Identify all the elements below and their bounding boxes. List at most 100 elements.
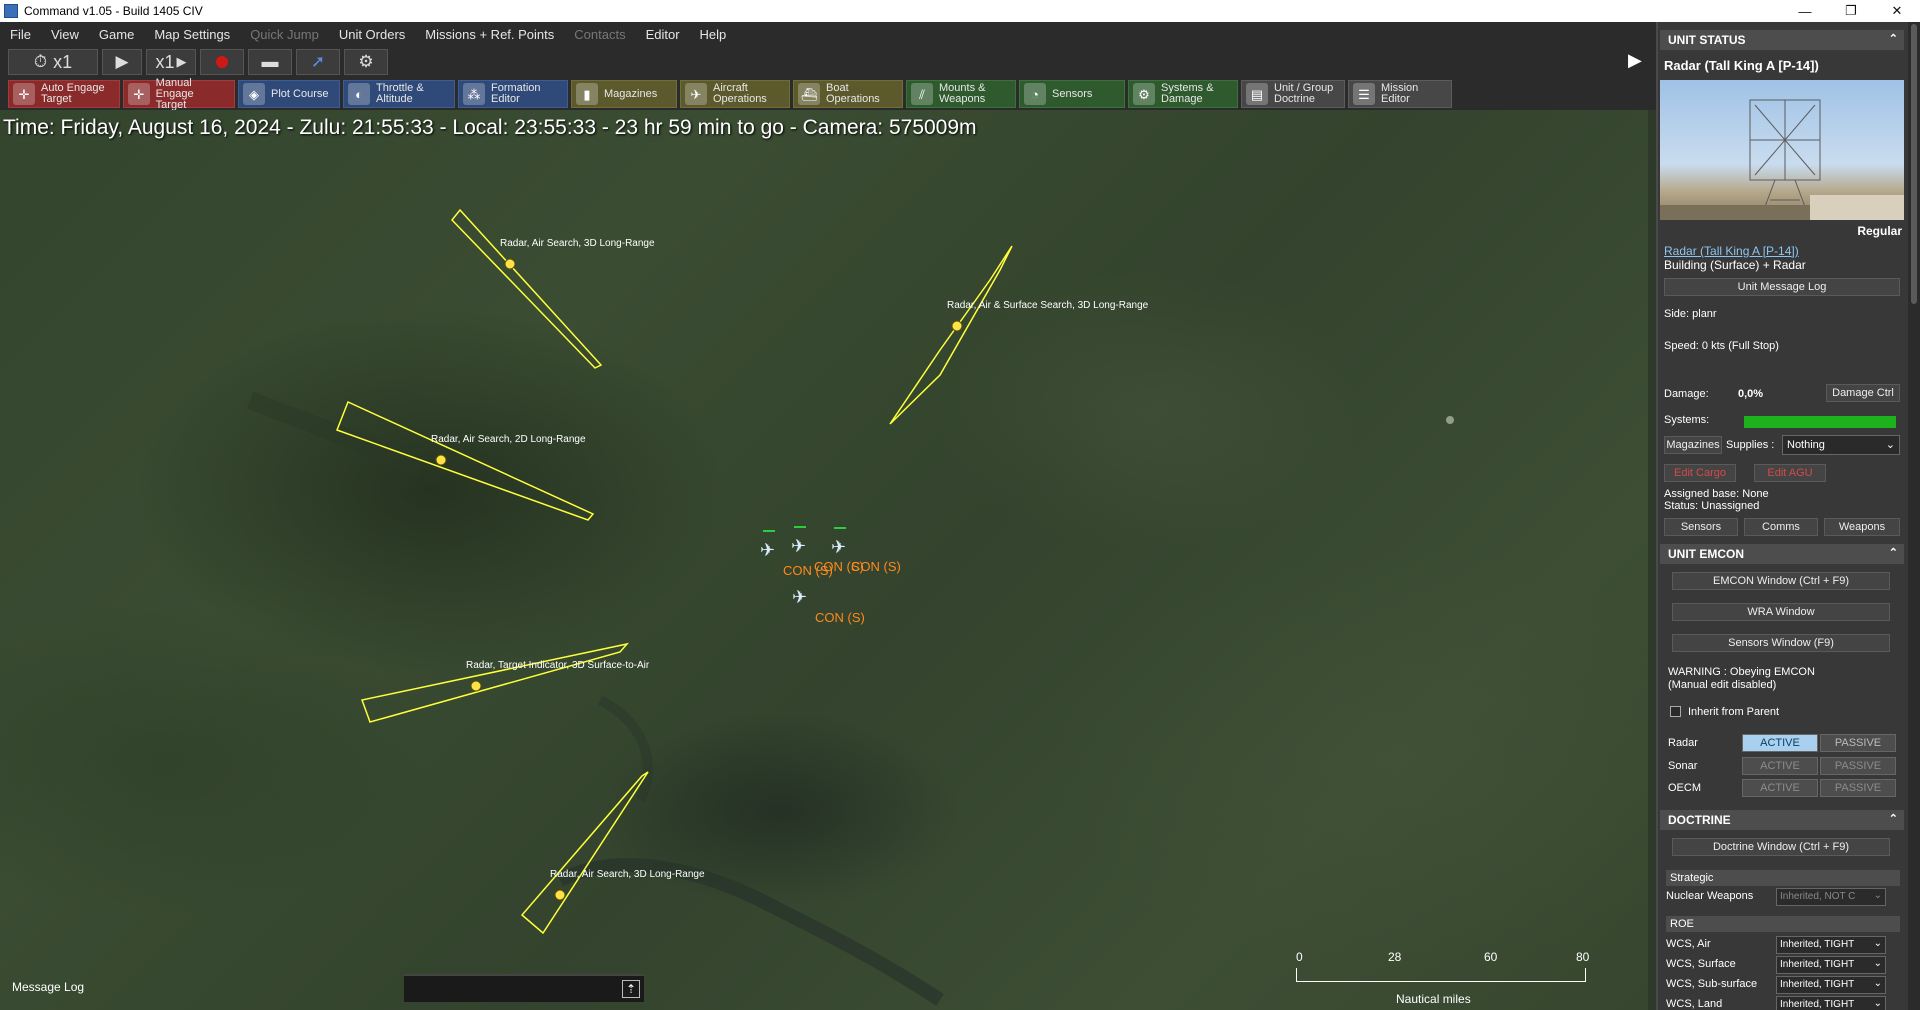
tab-weapons[interactable]: Weapons <box>1824 518 1900 536</box>
message-log-label[interactable]: Message Log <box>0 976 404 998</box>
magazines-button[interactable]: ▮ Magazines <box>571 80 677 108</box>
supplies-select[interactable]: Nothing ⌄ <box>1782 435 1900 455</box>
formation-editor-button[interactable]: ⁂ Formation Editor <box>458 80 568 108</box>
tactical-map[interactable]: Radar, Air Search, 3D Long-Range Radar, … <box>0 110 1648 1010</box>
throttle-altitude-button[interactable]: ◐ Throttle & Altitude <box>343 80 455 108</box>
scale-tick: 80 <box>1576 950 1590 964</box>
menu-missions[interactable]: Missions + Ref. Points <box>415 27 564 42</box>
systems-damage-button[interactable]: ⚙ Systems & Damage <box>1128 80 1238 108</box>
unit-message-log-button[interactable]: Unit Message Log <box>1664 278 1900 296</box>
inherit-checkbox[interactable] <box>1670 706 1681 717</box>
menu-contacts[interactable]: Contacts <box>564 27 635 42</box>
wcs-subsurface-select[interactable]: Inherited, TIGHT ⌄ <box>1776 976 1886 994</box>
clock-icon: ⏱ <box>33 52 48 71</box>
emcon-window-button[interactable]: EMCON Window (Ctrl + F9) <box>1672 572 1890 590</box>
collapse-icon[interactable]: ⌃ <box>1889 546 1898 559</box>
emcon-oecm-label: OECM <box>1668 782 1701 794</box>
pointer-button[interactable]: ➚ <box>296 49 340 75</box>
menu-editor[interactable]: Editor <box>636 27 690 42</box>
manual-engage-button[interactable]: ✛ Manual Engage Target <box>123 77 235 110</box>
collapse-icon[interactable]: ⌃ <box>1889 812 1898 825</box>
arrow-icon: ➚ <box>310 52 326 71</box>
minimize-button[interactable]: — <box>1782 0 1828 22</box>
mounts-weapons-button[interactable]: ⫽ Mounts & Weapons <box>906 80 1016 108</box>
doctrine-button[interactable]: ▤ Unit / Group Doctrine <box>1241 80 1345 108</box>
radar-coverage-1[interactable]: Radar, Air Search, 3D Long-Range <box>451 208 655 369</box>
panel-scrollbar[interactable] <box>1908 22 1920 1010</box>
damage-ctrl-button[interactable]: Damage Ctrl <box>1826 384 1900 402</box>
contact-4[interactable]: ✈ CON (S) <box>792 587 865 625</box>
wcs-land-select[interactable]: Inherited, TIGHT ⌄ <box>1776 996 1886 1010</box>
oecm-passive-button[interactable]: PASSIVE <box>1820 779 1896 797</box>
radar-site-icon[interactable] <box>504 258 516 270</box>
maximize-button[interactable]: ❐ <box>1828 0 1874 22</box>
tab-sensors[interactable]: Sensors <box>1664 518 1738 536</box>
radar-site-icon[interactable] <box>435 454 447 466</box>
play-button[interactable]: ▶ <box>102 49 142 75</box>
time-compression-button[interactable]: ⏱ x1 <box>8 49 98 75</box>
unit-status-header[interactable]: UNIT STATUS ⌃ <box>1660 30 1904 50</box>
wra-window-button[interactable]: WRA Window <box>1672 603 1890 621</box>
magazines-panel-button[interactable]: Magazines <box>1664 436 1722 454</box>
sensors-button[interactable]: ◔ Sensors <box>1019 80 1125 108</box>
aircraft-icon[interactable]: ✈ <box>831 537 846 557</box>
close-button[interactable]: ✕ <box>1874 0 1920 22</box>
aircraft-operations-button[interactable]: ✈ Aircraft Operations <box>680 80 790 108</box>
tab-comms[interactable]: Comms <box>1744 518 1818 536</box>
title-bar: Command v1.05 - Build 1405 CIV — ❐ ✕ <box>0 0 1920 22</box>
edit-agu-button[interactable]: Edit AGU <box>1754 464 1826 482</box>
settings-button[interactable]: ⚙ <box>344 49 388 75</box>
auto-engage-button[interactable]: ✛ Auto Engage Target <box>8 80 120 108</box>
menu-quick-jump[interactable]: Quick Jump <box>240 27 329 42</box>
nuclear-select[interactable]: Inherited, NOT C ⌄ <box>1776 888 1886 906</box>
wcs-subsurface-label: WCS, Sub-surface <box>1666 978 1758 990</box>
menu-file[interactable]: File <box>0 27 41 42</box>
record-button[interactable] <box>200 49 244 75</box>
time-compression-label: x1 <box>53 51 73 72</box>
radar-coverage-2[interactable]: Radar, Air & Surface Search, 3D Long-Ran… <box>889 245 1149 425</box>
oecm-active-button[interactable]: ACTIVE <box>1742 779 1818 797</box>
expand-icon[interactable]: ⇡ <box>622 980 640 998</box>
sonar-active-button[interactable]: ACTIVE <box>1742 757 1818 775</box>
wcs-air-select[interactable]: Inherited, TIGHT ⌄ <box>1776 936 1886 954</box>
edit-cargo-button[interactable]: Edit Cargo <box>1664 464 1736 482</box>
menu-game[interactable]: Game <box>89 27 144 42</box>
radar-coverage-4[interactable]: Radar, Target Indicator, 3D Surface-to-A… <box>361 642 650 723</box>
boat-operations-button[interactable]: ⛴ Boat Operations <box>793 80 903 108</box>
sensors-window-button[interactable]: Sensors Window (F9) <box>1672 634 1890 652</box>
doctrine-header[interactable]: DOCTRINE ⌃ <box>1660 810 1904 830</box>
step-button[interactable]: x1 ▶ <box>146 49 196 75</box>
radar-active-button[interactable]: ACTIVE <box>1742 734 1818 752</box>
throttle-icon: ◐ <box>348 83 370 105</box>
radar-site-icon[interactable] <box>470 680 482 692</box>
step-play-icon: ▶ <box>176 54 187 69</box>
mission-editor-button[interactable]: ☰ Mission Editor <box>1348 80 1452 108</box>
doctrine-window-button[interactable]: Doctrine Window (Ctrl + F9) <box>1672 838 1890 856</box>
unit-class-link[interactable]: Radar (Tall King A [P-14]) <box>1664 244 1799 258</box>
menu-view[interactable]: View <box>41 27 89 42</box>
plot-course-button[interactable]: ◈ Plot Course <box>238 80 340 108</box>
wcs-surface-label: WCS, Surface <box>1666 958 1736 970</box>
aircraft-icon[interactable]: ✈ <box>791 536 806 556</box>
panel-toggle-icon[interactable]: ▶ <box>1628 50 1644 70</box>
scale-tick: 0 <box>1296 950 1303 964</box>
menu-help[interactable]: Help <box>690 27 737 42</box>
radar-coverage-5[interactable]: Radar, Air Search, 3D Long-Range <box>520 771 705 935</box>
radar-passive-button[interactable]: PASSIVE <box>1820 734 1896 752</box>
sonar-passive-button[interactable]: PASSIVE <box>1820 757 1896 775</box>
radar-site-icon[interactable] <box>554 889 566 901</box>
menu-unit-orders[interactable]: Unit Orders <box>329 27 415 42</box>
menu-map-settings[interactable]: Map Settings <box>144 27 240 42</box>
aircraft-icon[interactable]: ✈ <box>760 540 775 560</box>
aircraft-icon: ✈ <box>685 83 707 105</box>
quickbattle-button[interactable]: ▬ <box>248 49 292 75</box>
radar-coverage-3[interactable]: Radar, Air Search, 2D Long-Range <box>336 400 595 521</box>
chevron-down-icon: ⌄ <box>1873 890 1882 901</box>
unit-emcon-header[interactable]: UNIT EMCON ⌃ <box>1660 544 1904 564</box>
wcs-surface-select[interactable]: Inherited, TIGHT ⌄ <box>1776 956 1886 974</box>
collapse-icon[interactable]: ⌃ <box>1889 32 1898 45</box>
vehicle-icon: ▬ <box>261 52 279 71</box>
aircraft-icon[interactable]: ✈ <box>792 587 807 607</box>
message-log-bar: ⇡ <box>404 974 644 1002</box>
radar-site-icon[interactable] <box>951 320 963 332</box>
